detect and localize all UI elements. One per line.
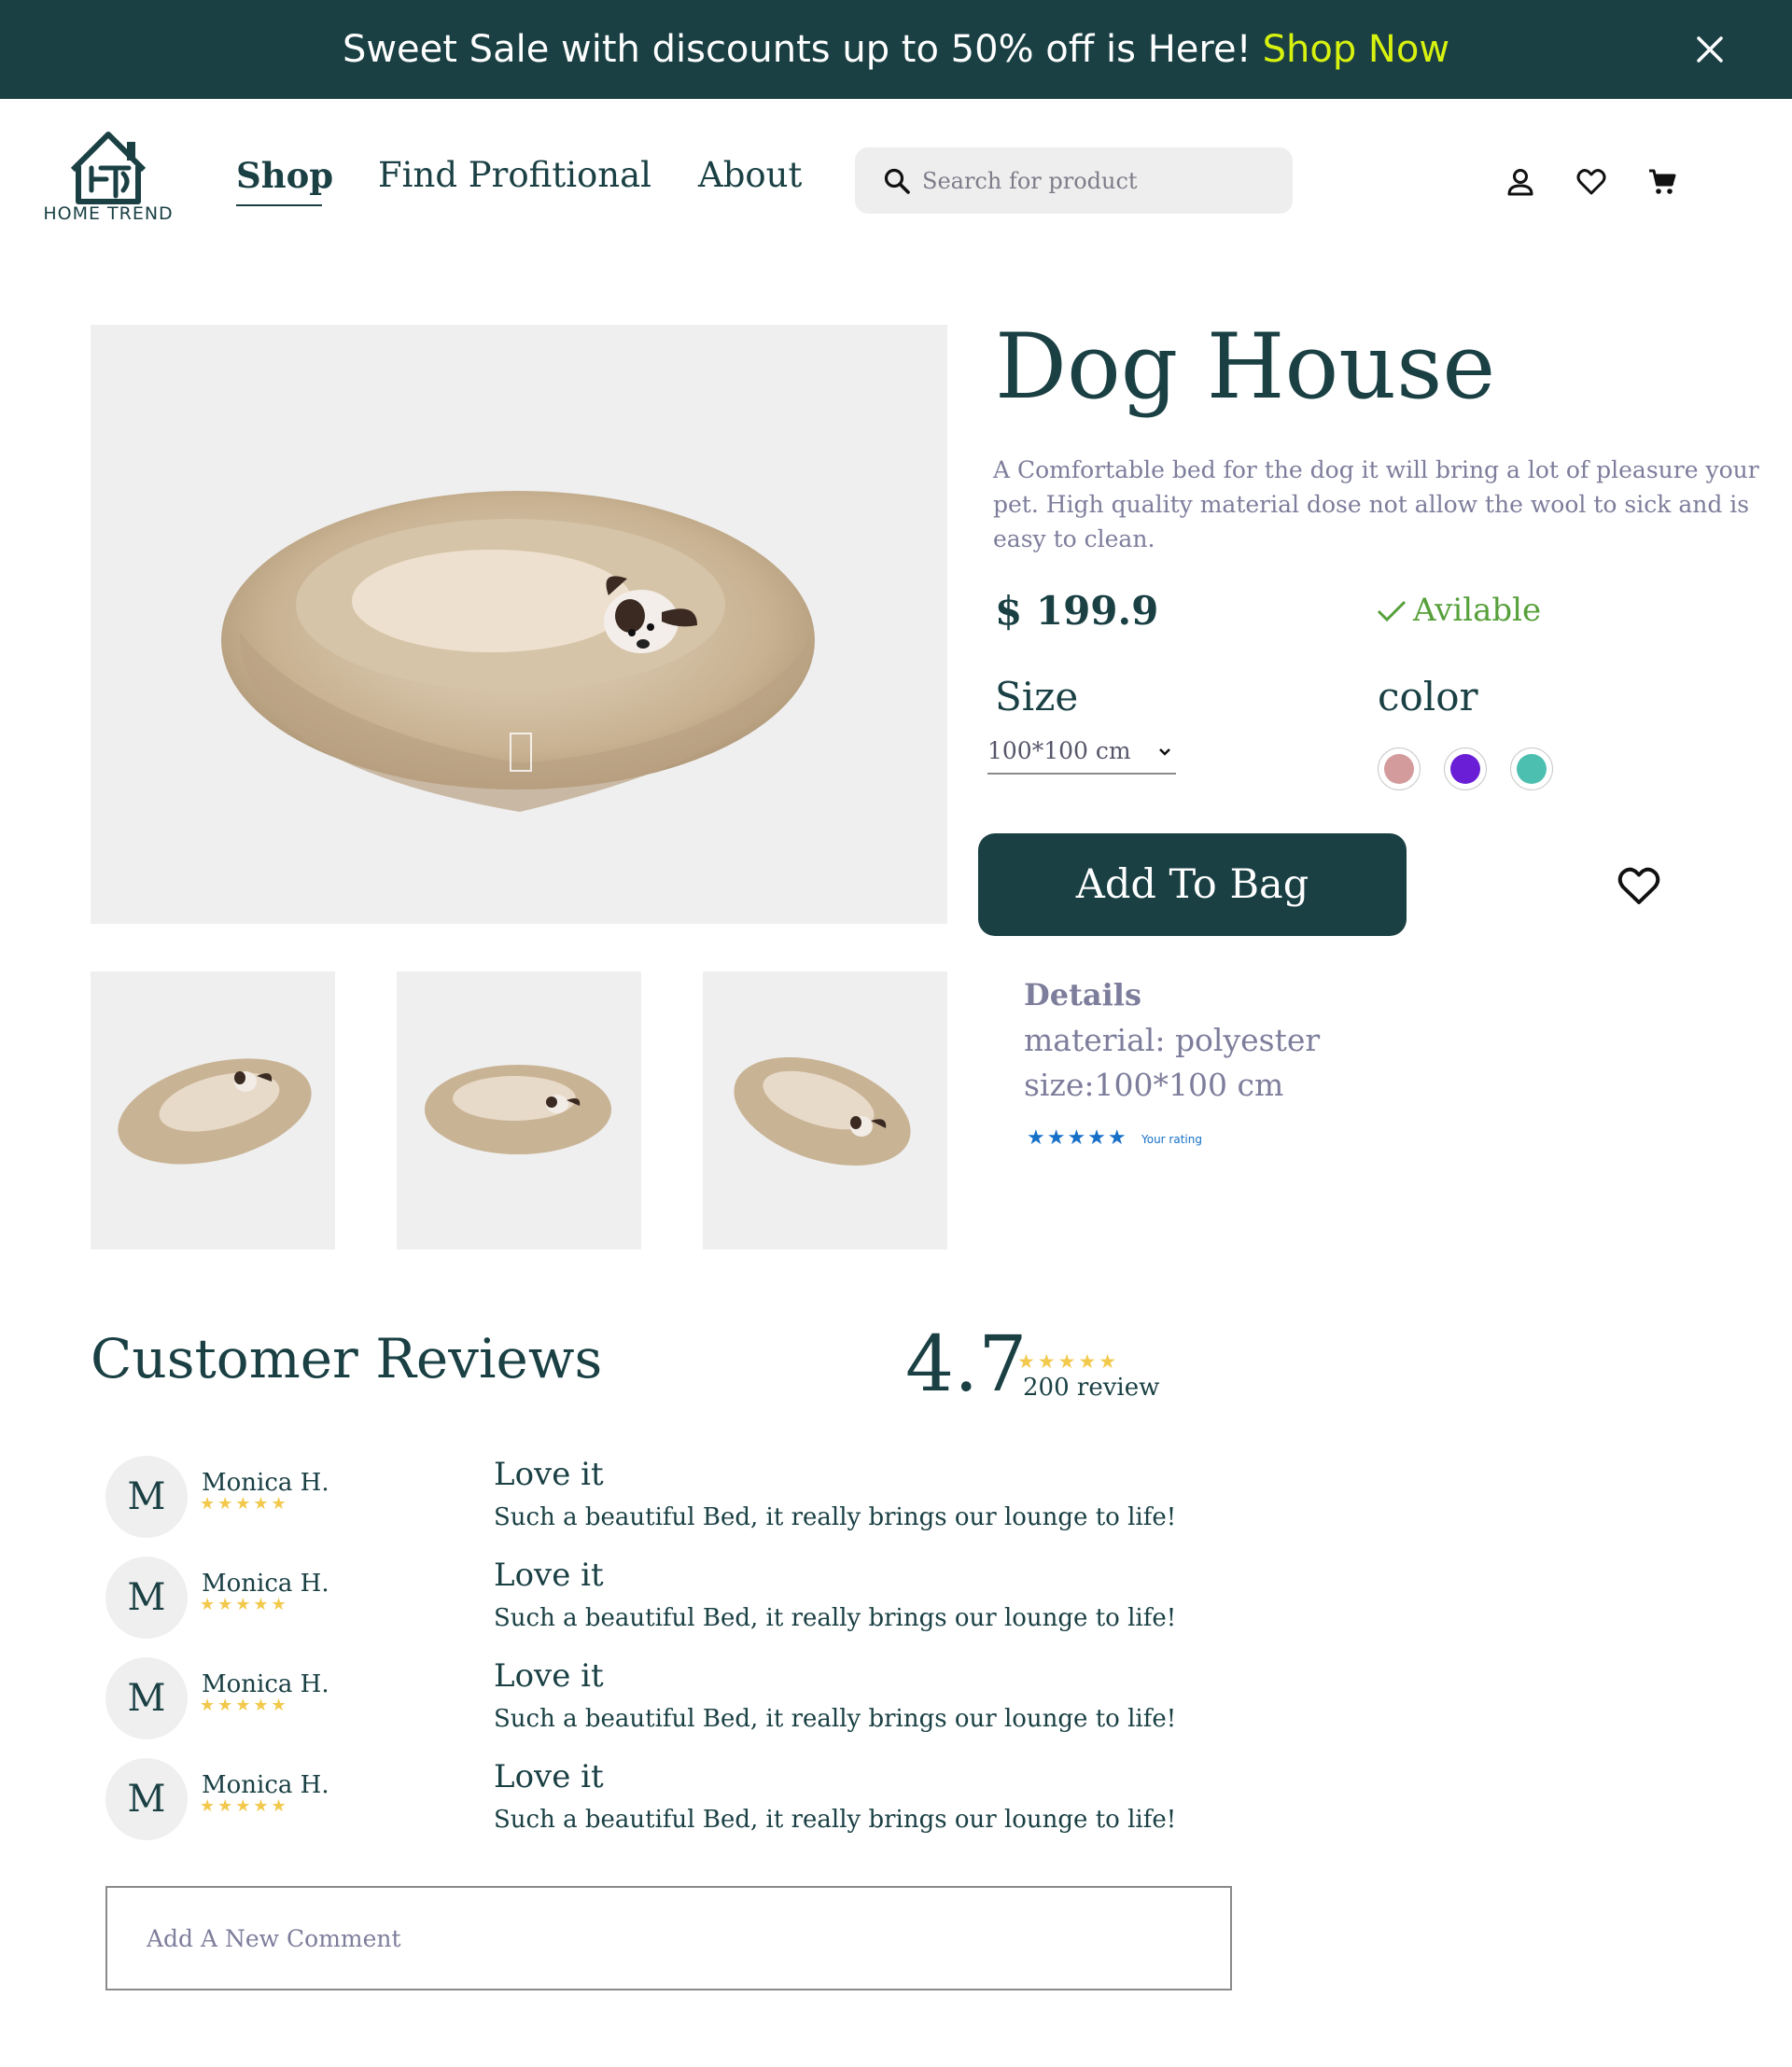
product-main-image xyxy=(91,325,947,924)
heart-icon[interactable] xyxy=(1575,166,1607,198)
details-heading: Details xyxy=(1024,977,1141,1013)
thumbnail-image xyxy=(118,1058,312,1165)
add-to-bag-button[interactable]: Add To Bag xyxy=(978,833,1407,936)
color-swatch-pink[interactable] xyxy=(1378,747,1421,790)
user-icon[interactable] xyxy=(1505,166,1536,198)
reviewer-name: Monica H. xyxy=(202,1670,329,1698)
average-rating: 4.7 xyxy=(905,1320,1028,1409)
product-thumbnail[interactable] xyxy=(91,971,335,1250)
cart-icon[interactable] xyxy=(1646,166,1678,198)
avatar: M xyxy=(105,1758,188,1840)
review-title: Love it xyxy=(494,1657,604,1695)
material-value: polyester xyxy=(1174,1022,1321,1058)
checkmark-icon xyxy=(1377,600,1407,622)
reviewer-name: Monica H. xyxy=(202,1771,329,1799)
avatar: M xyxy=(105,1657,188,1739)
thumbnail-image xyxy=(425,1065,611,1154)
review-body: Such a beautiful Bed, it really brings o… xyxy=(494,1604,1177,1632)
swatch-fill xyxy=(1384,754,1414,784)
review-stars: ★★★★★ xyxy=(200,1796,289,1816)
nav-about[interactable]: About xyxy=(698,155,802,195)
logo-wordmark: HOME TREND xyxy=(43,203,174,224)
details-material: material: polyester xyxy=(1024,1022,1320,1058)
product-thumbnail[interactable] xyxy=(397,971,641,1250)
review-body: Such a beautiful Bed, it really brings o… xyxy=(494,1806,1177,1834)
availability-status: Avilable xyxy=(1376,592,1541,629)
color-label: color xyxy=(1378,674,1478,719)
nav-active-underline xyxy=(236,204,322,206)
size-selected-value: 100*100 cm xyxy=(987,737,1131,764)
swatch-fill xyxy=(1450,754,1480,784)
search-icon[interactable] xyxy=(882,166,912,196)
new-comment-input[interactable] xyxy=(121,1904,1213,1973)
thumbnail-image xyxy=(734,1057,911,1166)
product-description: A Comfortable bed for the dog it will br… xyxy=(993,456,1759,552)
avatar: M xyxy=(105,1456,188,1538)
your-rating-stars[interactable]: ★★★★★ xyxy=(1027,1126,1128,1150)
review-title: Love it xyxy=(494,1758,604,1795)
details-size: size:100*100 cm xyxy=(1024,1067,1284,1103)
color-swatch-teal[interactable] xyxy=(1510,747,1553,790)
avatar: M xyxy=(105,1557,188,1639)
reviewer-name: Monica H. xyxy=(202,1469,329,1497)
review-body: Such a beautiful Bed, it really brings o… xyxy=(494,1503,1177,1531)
swatch-fill xyxy=(1517,754,1547,784)
availability-text: Avilable xyxy=(1413,592,1542,629)
search-input[interactable] xyxy=(920,157,1279,205)
banner-message: Sweet Sale with discounts up to 50% off … xyxy=(0,0,1792,99)
heart-icon[interactable] xyxy=(1617,864,1661,907)
review-stars: ★★★★★ xyxy=(200,1696,289,1715)
product-title: Dog House xyxy=(995,314,1496,419)
chevron-down-icon[interactable] xyxy=(1155,743,1174,761)
color-swatch-purple[interactable] xyxy=(1444,747,1487,790)
review-title: Love it xyxy=(494,1557,604,1594)
size-label: Size xyxy=(995,674,1079,719)
review-body: Such a beautiful Bed, it really brings o… xyxy=(494,1705,1177,1733)
product-price: $ 199.9 xyxy=(995,588,1159,634)
close-icon[interactable] xyxy=(1691,31,1729,68)
product-thumbnail[interactable] xyxy=(703,971,947,1250)
reviews-heading: Customer Reviews xyxy=(91,1327,603,1390)
shop-now-link[interactable]: Shop Now xyxy=(1263,28,1449,71)
nav-shop[interactable]: Shop xyxy=(236,155,333,196)
average-rating-stars: ★★★★★ xyxy=(1017,1350,1120,1373)
reviewer-name: Monica H. xyxy=(202,1570,329,1598)
banner-text: Sweet Sale with discounts up to 50% off … xyxy=(342,28,1252,71)
review-stars: ★★★★★ xyxy=(200,1595,289,1614)
review-title: Love it xyxy=(494,1456,604,1493)
review-count: 200 review xyxy=(1023,1374,1160,1402)
material-label: material: xyxy=(1024,1022,1166,1058)
nav-find-profitional[interactable]: Find Profitional xyxy=(378,155,651,195)
your-rating-label: Your rating xyxy=(1141,1133,1202,1146)
dog-bed-image xyxy=(221,491,815,812)
review-stars: ★★★★★ xyxy=(200,1494,289,1514)
